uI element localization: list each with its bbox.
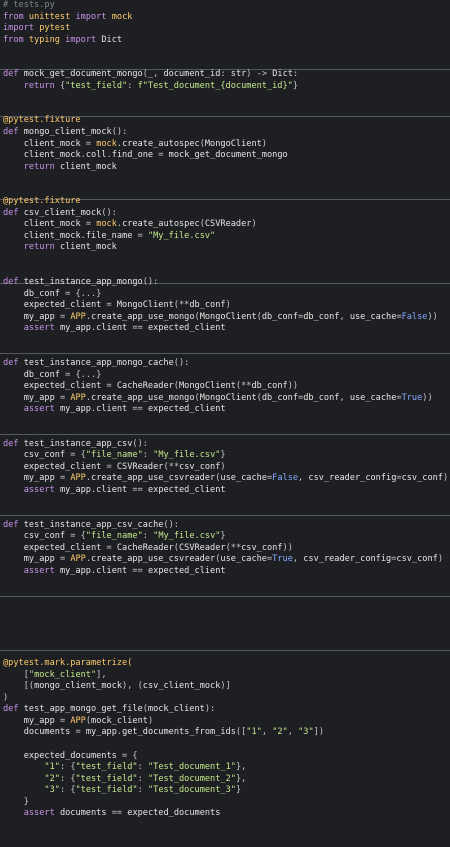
code-line[interactable]: csv_conf = {"file_name": "My_file.csv"} xyxy=(0,450,450,462)
code-line[interactable]: db_conf = {...} xyxy=(0,289,450,301)
code-line[interactable] xyxy=(0,335,450,347)
code-line[interactable]: client_mock = mock.create_autospec(CSVRe… xyxy=(0,219,450,231)
code-line[interactable] xyxy=(0,831,450,843)
code-line[interactable]: documents = my_app.get_documents_from_id… xyxy=(0,727,450,739)
code-line[interactable] xyxy=(0,635,450,647)
code-line[interactable] xyxy=(0,589,450,601)
code-line[interactable]: client_mock.coll.find_one = mock_get_doc… xyxy=(0,150,450,162)
code-line[interactable]: # tests.py xyxy=(0,0,450,12)
code-line[interactable]: return client_mock xyxy=(0,242,450,254)
code-line[interactable] xyxy=(0,820,450,832)
code-line[interactable]: def csv_client_mock(): xyxy=(0,208,450,220)
code-line[interactable] xyxy=(0,173,450,185)
code-line[interactable]: def test_app_mongo_get_file(mock_client)… xyxy=(0,704,450,716)
code-line[interactable] xyxy=(0,58,450,70)
code-line[interactable]: client_mock = mock.create_autospec(Mongo… xyxy=(0,139,450,151)
code-line[interactable]: expected_client = CacheReader(MongoClien… xyxy=(0,381,450,393)
code-line[interactable]: [(mongo_client_mock), (csv_client_mock)] xyxy=(0,681,450,693)
code-line[interactable] xyxy=(0,600,450,612)
code-line[interactable]: @pytest.fixture xyxy=(0,115,450,127)
code-line[interactable]: return {"test_field": f"Test_document_{d… xyxy=(0,81,450,93)
code-line[interactable] xyxy=(0,497,450,509)
code-line[interactable]: my_app = APP.create_app_use_csvreader(us… xyxy=(0,473,450,485)
code-line[interactable]: db_conf = {...} xyxy=(0,370,450,382)
code-line[interactable]: from unittest import mock xyxy=(0,12,450,24)
code-line[interactable]: "2": {"test_field": "Test_document_2"}, xyxy=(0,774,450,786)
code-line[interactable]: def test_instance_app_csv_cache(): xyxy=(0,520,450,532)
code-line[interactable]: csv_conf = {"file_name": "My_file.csv"} xyxy=(0,531,450,543)
code-line[interactable] xyxy=(0,739,450,751)
code-line[interactable]: "1": {"test_field": "Test_document_1"}, xyxy=(0,762,450,774)
code-line[interactable]: } xyxy=(0,797,450,809)
code-line[interactable] xyxy=(0,647,450,659)
code-line[interactable]: expected_client = MongoClient(**db_conf) xyxy=(0,300,450,312)
code-line[interactable]: my_app = APP.create_app_use_csvreader(us… xyxy=(0,554,450,566)
code-line[interactable]: assert documents == expected_documents xyxy=(0,808,450,820)
code-line[interactable] xyxy=(0,508,450,520)
code-line[interactable] xyxy=(0,254,450,266)
code-line[interactable]: expected_client = CSVReader(**csv_conf) xyxy=(0,462,450,474)
code-line[interactable] xyxy=(0,612,450,624)
code-line[interactable] xyxy=(0,185,450,197)
code-line[interactable]: def mongo_client_mock(): xyxy=(0,127,450,139)
code-line[interactable] xyxy=(0,104,450,116)
code-line[interactable]: my_app = APP(mock_client) xyxy=(0,716,450,728)
code-line[interactable]: assert my_app.client == expected_client xyxy=(0,566,450,578)
code-line[interactable]: def test_instance_app_mongo(): xyxy=(0,277,450,289)
code-line[interactable]: def test_instance_app_csv(): xyxy=(0,439,450,451)
code-line[interactable]: client_mock.file_name = "My_file.csv" xyxy=(0,231,450,243)
code-line[interactable]: assert my_app.client == expected_client xyxy=(0,404,450,416)
code-line[interactable]: my_app = APP.create_app_use_mongo(MongoC… xyxy=(0,312,450,324)
code-line[interactable]: ) xyxy=(0,693,450,705)
code-line[interactable] xyxy=(0,346,450,358)
code-line[interactable] xyxy=(0,416,450,428)
code-line[interactable]: import pytest xyxy=(0,23,450,35)
code-line[interactable]: def test_instance_app_mongo_cache(): xyxy=(0,358,450,370)
code-line[interactable]: ["mock_client"], xyxy=(0,670,450,682)
code-line[interactable]: my_app = APP.create_app_use_mongo(MongoC… xyxy=(0,393,450,405)
code-line[interactable]: from typing import Dict xyxy=(0,35,450,47)
code-line[interactable]: assert my_app.client == expected_client xyxy=(0,485,450,497)
code-line[interactable] xyxy=(0,624,450,636)
code-line[interactable]: "3": {"test_field": "Test_document_3"} xyxy=(0,785,450,797)
code-line[interactable]: expected_client = CacheReader(CSVReader(… xyxy=(0,543,450,555)
code-line[interactable] xyxy=(0,92,450,104)
code-area[interactable]: # tests.py from unittest import mock impor… xyxy=(0,0,450,843)
code-line[interactable]: return client_mock xyxy=(0,162,450,174)
code-line[interactable]: @pytest.fixture xyxy=(0,196,450,208)
code-line[interactable]: def mock_get_document_mongo(_, document_… xyxy=(0,69,450,81)
code-line[interactable] xyxy=(0,46,450,58)
code-line[interactable]: expected_documents = { xyxy=(0,751,450,763)
code-line[interactable] xyxy=(0,266,450,278)
code-line[interactable]: assert my_app.client == expected_client xyxy=(0,323,450,335)
code-line[interactable]: @pytest.mark.parametrize( xyxy=(0,658,450,670)
code-editor[interactable]: # tests.py from unittest import mock impor… xyxy=(0,0,450,847)
code-line[interactable] xyxy=(0,427,450,439)
code-line[interactable] xyxy=(0,577,450,589)
